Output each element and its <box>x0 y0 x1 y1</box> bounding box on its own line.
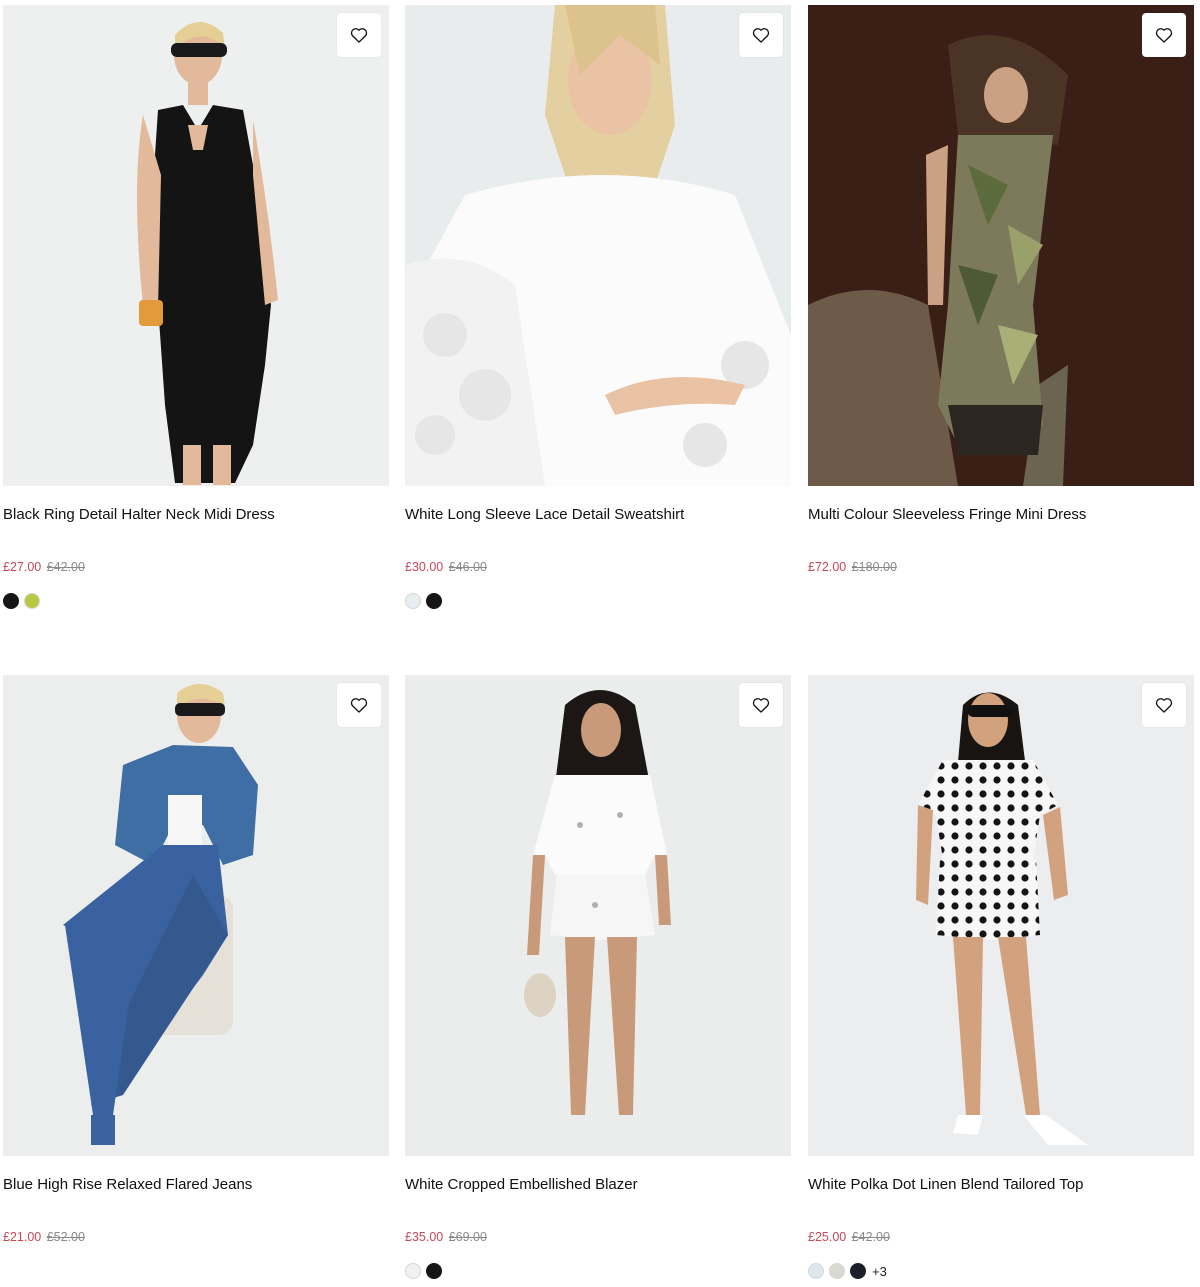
product-price: £72.00 £180.00 <box>808 559 1194 575</box>
color-swatch[interactable] <box>426 593 442 609</box>
color-swatch[interactable] <box>829 1263 845 1279</box>
model-photo <box>405 5 791 486</box>
original-price: £46.00 <box>448 560 487 574</box>
product-image[interactable] <box>3 5 389 486</box>
original-price: £42.00 <box>851 1230 890 1244</box>
sale-price: £35.00 <box>405 1230 444 1244</box>
model-photo <box>3 675 389 1156</box>
product-price: £27.00 £42.00 <box>3 559 389 575</box>
heart-outline-icon <box>1155 698 1173 713</box>
product-price: £21.00 £52.00 <box>3 1229 389 1245</box>
product-image[interactable] <box>3 675 389 1156</box>
product-title[interactable]: Black Ring Detail Halter Neck Midi Dress <box>3 506 389 524</box>
heart-outline-icon <box>752 698 770 713</box>
product-title[interactable]: White Polka Dot Linen Blend Tailored Top <box>808 1176 1194 1194</box>
product-title[interactable]: White Long Sleeve Lace Detail Sweatshirt <box>405 506 791 524</box>
color-swatches <box>3 1262 389 1280</box>
product-image[interactable] <box>405 5 791 486</box>
wishlist-button[interactable] <box>739 13 783 57</box>
original-price: £69.00 <box>448 1230 487 1244</box>
color-swatch[interactable] <box>405 1263 421 1279</box>
product-card: White Long Sleeve Lace Detail Sweatshirt… <box>405 5 791 610</box>
wishlist-button[interactable] <box>1142 13 1186 57</box>
wishlist-button[interactable] <box>337 13 381 57</box>
product-card: Black Ring Detail Halter Neck Midi Dress… <box>3 5 389 610</box>
color-swatches <box>3 592 389 610</box>
heart-outline-icon <box>752 28 770 43</box>
product-card: Blue High Rise Relaxed Flared Jeans £21.… <box>3 675 389 1280</box>
original-price: £52.00 <box>46 1230 85 1244</box>
color-swatch[interactable] <box>808 1263 824 1279</box>
color-swatches <box>808 592 1194 610</box>
product-price: £25.00 £42.00 <box>808 1229 1194 1245</box>
heart-outline-icon <box>1155 28 1173 43</box>
color-swatches <box>405 592 791 610</box>
product-image[interactable] <box>405 675 791 1156</box>
heart-outline-icon <box>350 28 368 43</box>
wishlist-button[interactable] <box>337 683 381 727</box>
wishlist-button[interactable] <box>1142 683 1186 727</box>
model-photo <box>405 675 791 1156</box>
sale-price: £21.00 <box>3 1230 42 1244</box>
product-image[interactable] <box>808 5 1194 486</box>
more-colors-count[interactable]: +3 <box>872 1264 887 1279</box>
product-title[interactable]: Multi Colour Sleeveless Fringe Mini Dres… <box>808 506 1194 524</box>
color-swatch[interactable] <box>405 593 421 609</box>
sale-price: £25.00 <box>808 1230 847 1244</box>
model-photo <box>3 5 389 486</box>
sale-price: £30.00 <box>405 560 444 574</box>
product-card: White Polka Dot Linen Blend Tailored Top… <box>808 675 1194 1280</box>
color-swatch[interactable] <box>24 593 40 609</box>
model-photo <box>808 675 1194 1156</box>
color-swatches <box>405 1262 791 1280</box>
wishlist-button[interactable] <box>739 683 783 727</box>
model-photo <box>808 5 1194 486</box>
color-swatch[interactable] <box>426 1263 442 1279</box>
original-price: £42.00 <box>46 560 85 574</box>
heart-outline-icon <box>350 698 368 713</box>
product-image[interactable] <box>808 675 1194 1156</box>
product-grid: Black Ring Detail Halter Neck Midi Dress… <box>0 0 1200 1287</box>
sale-price: £27.00 <box>3 560 42 574</box>
product-card: Multi Colour Sleeveless Fringe Mini Dres… <box>808 5 1194 610</box>
color-swatches: +3 <box>808 1262 1194 1280</box>
color-swatch[interactable] <box>850 1263 866 1279</box>
original-price: £180.00 <box>851 560 897 574</box>
product-title[interactable]: Blue High Rise Relaxed Flared Jeans <box>3 1176 389 1194</box>
product-price: £35.00 £69.00 <box>405 1229 791 1245</box>
color-swatch[interactable] <box>3 593 19 609</box>
product-title[interactable]: White Cropped Embellished Blazer <box>405 1176 791 1194</box>
product-card: White Cropped Embellished Blazer £35.00 … <box>405 675 791 1280</box>
product-price: £30.00 £46.00 <box>405 559 791 575</box>
sale-price: £72.00 <box>808 560 847 574</box>
